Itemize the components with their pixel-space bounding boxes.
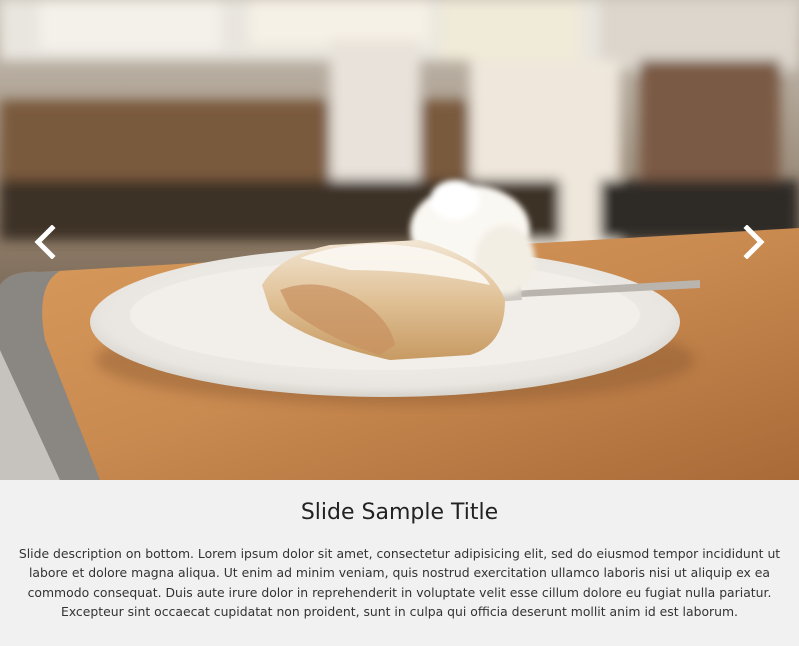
chevron-left-icon (34, 225, 56, 259)
chevron-right-icon (743, 225, 765, 259)
prev-slide-button[interactable] (30, 222, 60, 262)
slide-description: Slide description on bottom. Lorem ipsum… (18, 546, 781, 619)
image-slider: Slide Sample Title Slide description on … (0, 0, 799, 646)
slide-image (0, 0, 799, 480)
next-slide-button[interactable] (739, 222, 769, 262)
slide-title: Slide Sample Title (300, 500, 499, 525)
